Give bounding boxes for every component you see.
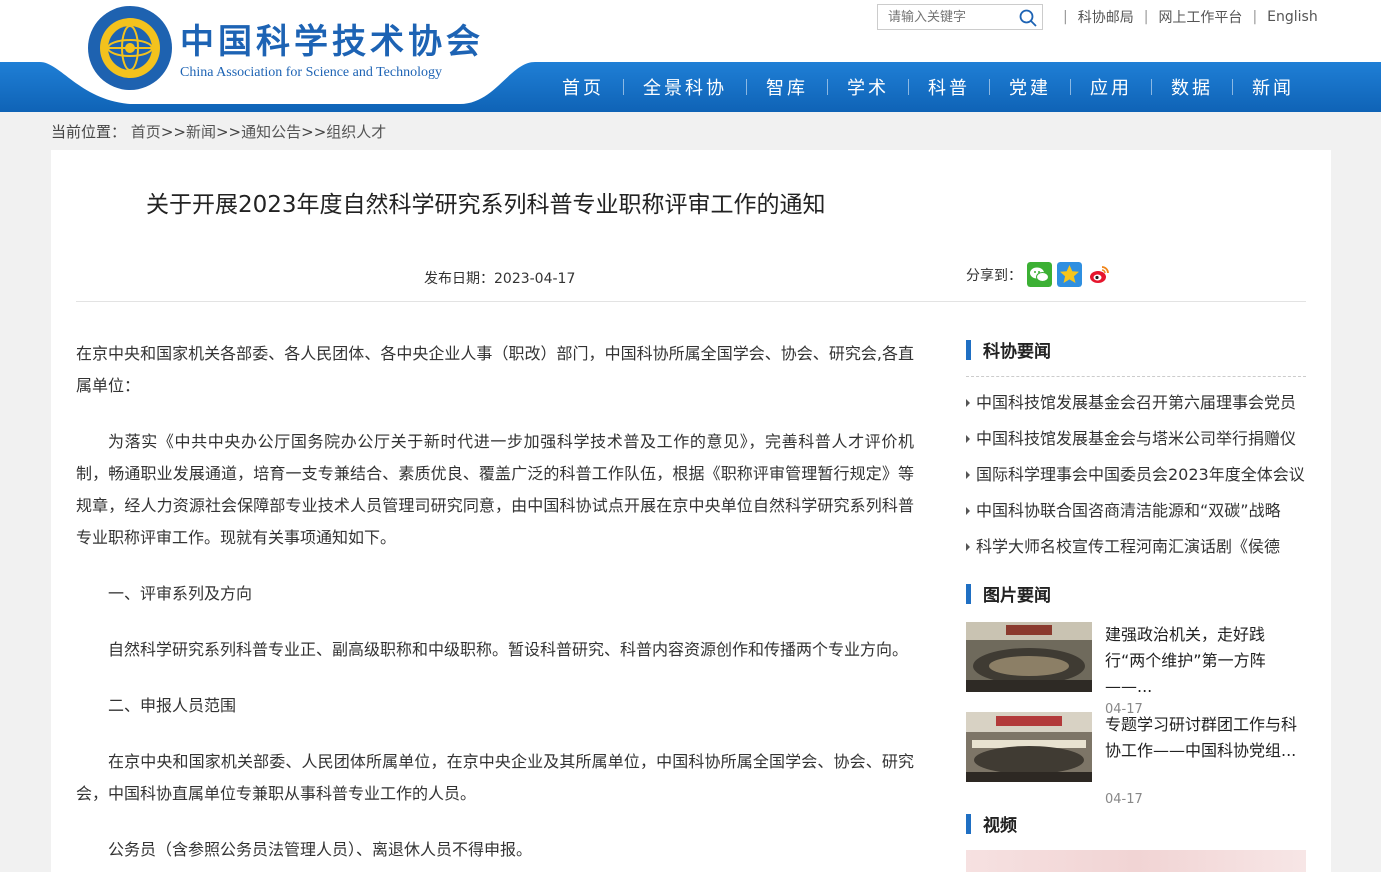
bullet-arrow-icon: [966, 435, 970, 443]
breadcrumb-item-notices[interactable]: 通知公告: [241, 123, 301, 141]
top-link-english[interactable]: English: [1267, 9, 1318, 25]
meeting-photo-thumbnail[interactable]: [966, 622, 1092, 692]
breadcrumb-item-news[interactable]: 新闻: [186, 123, 216, 141]
news-list-item[interactable]: 国际科学理事会中国委员会2023年度全体会议: [966, 457, 1306, 493]
meeting-photo-thumbnail[interactable]: [966, 712, 1092, 782]
nav-item-application[interactable]: 应用: [1071, 74, 1151, 100]
top-link-work-platform[interactable]: 网上工作平台: [1158, 7, 1242, 27]
share-bar: 分享到：: [966, 262, 1112, 287]
nav-item-home[interactable]: 首页: [543, 74, 623, 100]
article-paragraph: 在京中央和国家机关部委、人民团体所属单位，在京中央企业及其所属单位，中国科协所属…: [76, 752, 914, 803]
bullet-arrow-icon: [966, 399, 970, 407]
article-paragraph: 在京中央和国家机关各部委、各人民团体、各中央企业人事（职改）部门，中国科协所属全…: [76, 344, 914, 395]
publish-date-value: 2023-04-17: [494, 271, 576, 287]
logo-chinese-name[interactable]: 中国科学技术协会: [180, 14, 484, 63]
heading-accent-bar: [966, 339, 971, 360]
news-item-title[interactable]: 中国科技馆发展基金会与塔米公司举行捐赠仪: [976, 424, 1296, 454]
picture-news-item[interactable]: 建强政治机关，走好践行“两个维护”第一方阵——... 04-17: [966, 622, 1306, 717]
wechat-share-icon[interactable]: [1027, 262, 1052, 287]
picture-news-item[interactable]: 专题学习研讨群团工作与科协工作——中国科协党组... 04-17: [966, 712, 1306, 807]
article-title: 关于开展2023年度自然科学研究系列科普专业职称评审工作的通知: [146, 192, 826, 218]
news-list-item[interactable]: 科学大师名校宣传工程河南汇演话剧《侯德: [966, 529, 1306, 565]
title-divider: [76, 301, 1306, 302]
search-icon[interactable]: [1018, 8, 1038, 28]
top-link-mail[interactable]: 科协邮局: [1078, 7, 1134, 27]
publish-date: 发布日期：2023-04-17: [424, 268, 575, 288]
breadcrumb-item-home[interactable]: 首页: [131, 123, 161, 141]
article-paragraph: 为落实《中共中央办公厅国务院办公厅关于新时代进一步加强科学技术普及工作的意见》，…: [76, 432, 914, 547]
news-list: 中国科技馆发展基金会召开第六届理事会党员 中国科技馆发展基金会与塔米公司举行捐赠…: [966, 385, 1306, 565]
sidebar-divider: [966, 376, 1306, 377]
heading-accent-bar: [966, 813, 971, 834]
sidebar-heading-video: 视频: [966, 811, 1017, 836]
content-card: 关于开展2023年度自然科学研究系列科普专业职称评审工作的通知 发布日期：202…: [51, 150, 1331, 872]
news-item-title[interactable]: 中国科技馆发展基金会召开第六届理事会党员: [976, 388, 1296, 418]
qzone-share-icon[interactable]: [1057, 262, 1082, 287]
picture-news-date: 04-17: [1105, 792, 1143, 807]
news-item-title[interactable]: 科学大师名校宣传工程河南汇演话剧《侯德: [976, 532, 1280, 562]
news-item-title[interactable]: 国际科学理事会中国委员会2023年度全体会议: [976, 460, 1305, 490]
nav-item-overview[interactable]: 全景科协: [624, 74, 746, 100]
nav-item-data[interactable]: 数据: [1152, 74, 1232, 100]
nav-item-think-tank[interactable]: 智库: [747, 74, 827, 100]
sidebar-heading-pictures-label: 图片要闻: [983, 586, 1051, 606]
sidebar-heading-news: 科协要闻: [966, 337, 1051, 362]
news-list-item[interactable]: 中国科技馆发展基金会召开第六届理事会党员: [966, 385, 1306, 421]
nav-item-party-building[interactable]: 党建: [990, 74, 1070, 100]
top-link-separator: |: [1063, 9, 1068, 25]
article-paragraph: 自然科学研究系列科普专业正、副高级职称和中级职称。暂设科普研究、科普内容资源创作…: [108, 640, 909, 659]
logo-english-name[interactable]: China Association for Science and Techno…: [180, 65, 442, 81]
nav-item-news[interactable]: 新闻: [1233, 74, 1313, 100]
heading-accent-bar: [966, 583, 971, 604]
nav-item-science-popularization[interactable]: 科普: [909, 74, 989, 100]
breadcrumb-item-personnel[interactable]: 组织人才: [326, 123, 386, 141]
main-nav: 首页 全景科协 智库 学术 科普 党建 应用 数据 新闻: [543, 62, 1313, 112]
sidebar-heading-video-label: 视频: [983, 816, 1017, 836]
section-heading: 一、评审系列及方向: [108, 584, 253, 603]
weibo-share-icon[interactable]: [1087, 262, 1112, 287]
breadcrumb-separator: >>: [215, 123, 242, 141]
sidebar-heading-pictures: 图片要闻: [966, 581, 1051, 606]
section-heading: 二、申报人员范围: [108, 696, 237, 715]
news-list-item[interactable]: 中国科协联合国咨商清洁能源和“双碳”战略: [966, 493, 1306, 529]
news-list-item[interactable]: 中国科技馆发展基金会与塔米公司举行捐赠仪: [966, 421, 1306, 457]
article-paragraph: 公务员（含参照公务员法管理人员）、离退休人员不得申报。: [108, 840, 533, 859]
breadcrumb-separator: >>: [301, 123, 327, 141]
top-link-separator: |: [1252, 9, 1258, 25]
news-item-title[interactable]: 中国科协联合国咨商清洁能源和“双碳”战略: [976, 496, 1281, 526]
publish-date-label: 发布日期：: [424, 271, 494, 287]
breadcrumb: 当前位置： 首页>>新闻>>通知公告>>组织人才: [51, 121, 386, 142]
picture-news-title[interactable]: 建强政治机关，走好践行“两个维护”第一方阵——...: [1105, 622, 1305, 700]
site-header: 中国科学技术协会 China Association for Science a…: [0, 0, 1381, 112]
breadcrumb-label: 当前位置：: [51, 123, 127, 141]
search-box: [877, 4, 1043, 30]
video-thumbnail[interactable]: [966, 850, 1306, 872]
share-label: 分享到：: [966, 267, 1022, 284]
sidebar-heading-news-label: 科协要闻: [983, 342, 1051, 362]
article-body: 在京中央和国家机关各部委、各人民团体、各中央企业人事（职改）部门，中国科协所属全…: [76, 338, 914, 872]
bullet-arrow-icon: [966, 507, 970, 515]
bullet-arrow-icon: [966, 471, 970, 479]
cast-emblem-icon[interactable]: [86, 4, 174, 92]
top-link-separator: |: [1143, 9, 1149, 25]
top-links: | 科协邮局 | 网上工作平台 | English: [1053, 7, 1318, 27]
bullet-arrow-icon: [966, 543, 970, 551]
nav-item-academic[interactable]: 学术: [828, 74, 908, 100]
search-input[interactable]: [878, 5, 1008, 29]
picture-news-title[interactable]: 专题学习研讨群团工作与科协工作——中国科协党组...: [1105, 712, 1305, 764]
breadcrumb-separator: >>: [160, 123, 186, 141]
